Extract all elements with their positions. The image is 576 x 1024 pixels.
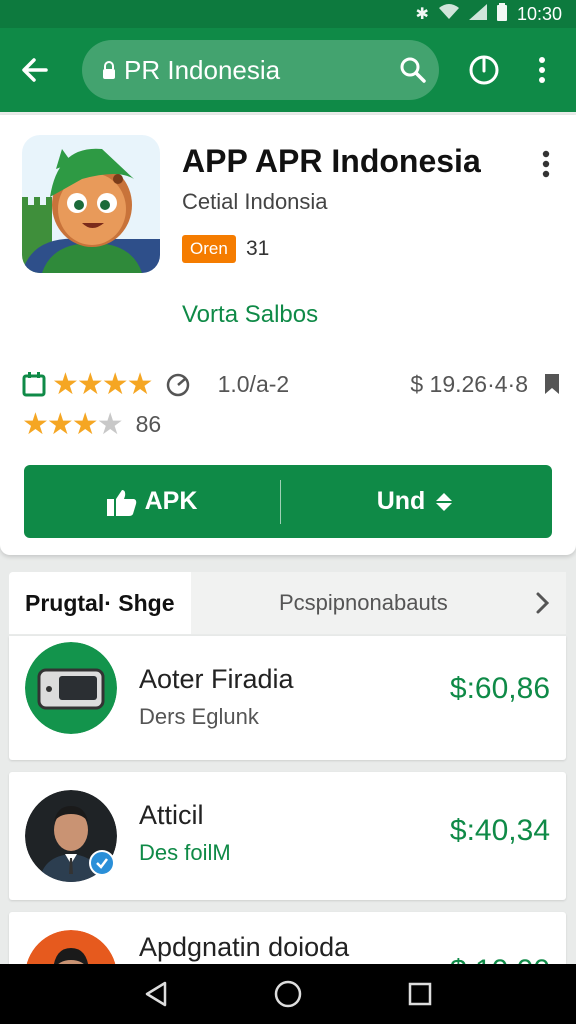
- elf-character-icon: [22, 135, 160, 273]
- back-button[interactable]: [0, 28, 70, 112]
- status-badge: Oren: [182, 235, 236, 263]
- triangle-back-icon: [145, 981, 167, 1007]
- item-price: $:40,34: [449, 814, 550, 847]
- list-item[interactable]: Apdgnatin doioda $:10,00: [9, 912, 566, 1004]
- developer-link[interactable]: Vorta Salbos: [182, 301, 318, 329]
- item-subtitle: Ders Eglunk: [139, 704, 259, 729]
- system-nav-bar: [0, 964, 576, 1024]
- sort-arrows-icon: [436, 492, 453, 511]
- lock-icon: [102, 60, 116, 80]
- item-name: Atticil: [139, 800, 204, 830]
- search-button[interactable]: [387, 44, 439, 96]
- list-item[interactable]: Aoter Firadia Ders Eglunk $:60,86: [9, 636, 566, 760]
- app-details-card: APP APR Indonesia Cetial Indonsia Oren 3…: [0, 115, 576, 555]
- speed-icon: [166, 373, 189, 397]
- status-time: 10:30: [516, 3, 562, 24]
- app-title: APP APR Indonesia: [182, 143, 481, 179]
- bluetooth-icon: ✱: [415, 6, 429, 23]
- thumbs-up-icon: [106, 489, 136, 516]
- app-bar: PR Indonesia: [0, 28, 576, 112]
- badge-count: 31: [246, 237, 270, 260]
- nav-home-button[interactable]: [268, 974, 308, 1014]
- wifi-icon: [438, 3, 459, 25]
- overflow-menu-button[interactable]: [526, 48, 558, 92]
- app-icon[interactable]: [22, 135, 160, 273]
- action-button-bar: APK Und: [24, 465, 552, 538]
- review-count: 86: [135, 410, 162, 437]
- calendar-icon: [22, 372, 46, 397]
- square-recents-icon: [408, 982, 432, 1006]
- section-chevron-button[interactable]: [532, 590, 552, 616]
- nav-back-button[interactable]: [136, 974, 176, 1014]
- item-subtitle: Des foilM: [139, 840, 231, 865]
- app-more-button[interactable]: [534, 149, 558, 179]
- arrow-left-icon: [22, 58, 48, 82]
- status-bar: ✱ 10:30: [0, 0, 576, 28]
- section-header: Prugtal· Shge Pcspipnonabauts: [9, 572, 566, 634]
- rating-row: ★★★★ 1.0/a-2 $ 19.26·4·8: [22, 367, 562, 401]
- item-name: Aoter Firadia: [139, 664, 294, 694]
- update-button[interactable]: Und: [281, 465, 551, 538]
- update-button-label: Und: [376, 487, 426, 515]
- apk-button[interactable]: APK: [24, 465, 280, 538]
- section-title: Prugtal· Shge: [25, 590, 175, 616]
- power-icon: [469, 55, 499, 85]
- search-input[interactable]: PR Indonesia: [124, 55, 387, 86]
- device-avatar: [25, 642, 117, 734]
- verified-badge-icon: [89, 850, 115, 876]
- search-icon: [400, 57, 426, 83]
- secondary-rating-stars: ★★★★: [22, 407, 124, 441]
- secondary-rating-row: ★★★★ 86: [22, 407, 161, 441]
- list-item[interactable]: Atticil Des foilM $:40,34: [9, 772, 566, 900]
- battery-icon: [496, 2, 507, 26]
- chevron-right-icon: [536, 592, 550, 614]
- more-vert-icon: [542, 150, 550, 178]
- power-button[interactable]: [462, 48, 506, 92]
- rating-value: 1.0/a-2: [217, 370, 290, 397]
- apk-button-label: APK: [144, 487, 198, 515]
- price-meta: $ 19.26·4·8: [410, 370, 528, 397]
- rating-stars: ★★★★: [52, 367, 154, 401]
- signal-icon: [468, 3, 487, 25]
- bookmark-icon[interactable]: [542, 372, 562, 396]
- circle-home-icon: [274, 980, 302, 1008]
- more-vert-icon: [539, 57, 545, 83]
- search-bar[interactable]: PR Indonesia: [82, 40, 439, 100]
- section-tab[interactable]: Pcspipnonabauts: [191, 572, 566, 634]
- nav-recents-button[interactable]: [400, 974, 440, 1014]
- device-icon: [25, 642, 117, 734]
- developer-name[interactable]: Cetial Indonsia: [182, 189, 328, 215]
- item-price: $:60,86: [449, 672, 550, 705]
- item-name: Apdgnatin doioda: [139, 932, 350, 962]
- section-tab-label: Pcspipnonabauts: [279, 590, 448, 615]
